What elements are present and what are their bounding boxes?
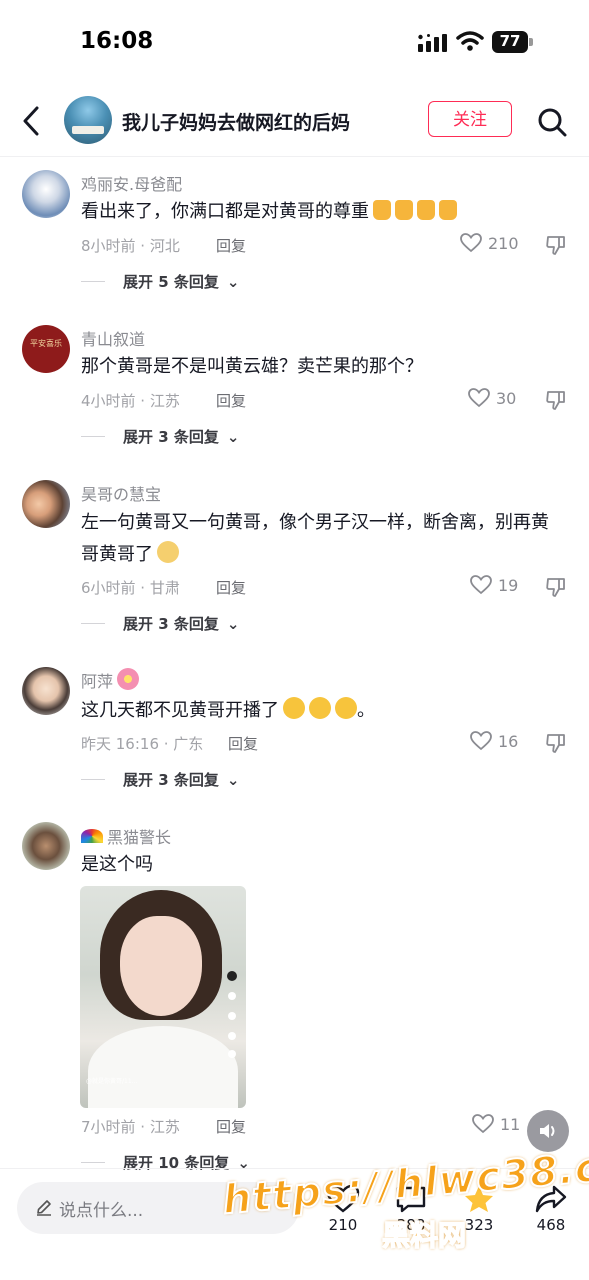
like-button[interactable]: 30 — [468, 388, 516, 408]
comment-username[interactable]: 阿萍 — [81, 668, 140, 692]
watermark-name: 黑料网 — [381, 1218, 467, 1253]
battery-icon: 77 — [492, 31, 534, 53]
like-count: 19 — [498, 575, 519, 595]
laughing-icon — [283, 697, 305, 719]
thumbs-up-icon — [373, 200, 391, 220]
dizzy-face-icon — [157, 541, 179, 563]
laughing-icon — [335, 697, 357, 719]
heart-icon — [470, 575, 492, 595]
comment-time-location: 昨天 16:16 · 广东 — [81, 735, 204, 753]
image-caption: @就是你黄哥/11... — [86, 1078, 138, 1085]
like-count: 16 — [498, 731, 519, 751]
dislike-icon[interactable] — [545, 732, 567, 754]
header-avatar[interactable] — [64, 96, 112, 144]
thumbs-up-icon — [395, 200, 413, 220]
comment-text: 看出来了，你满口都是对黄哥的尊重 — [81, 196, 457, 228]
back-icon[interactable] — [18, 104, 46, 138]
like-button[interactable]: 16 — [470, 731, 518, 751]
expand-replies-button[interactable]: 展开 10 条回复 ⌄ — [81, 1152, 250, 1173]
chevron-down-icon: ⌄ — [226, 614, 240, 633]
expand-replies-button[interactable]: 展开 3 条回复 ⌄ — [81, 769, 239, 790]
reply-button[interactable]: 回复 — [216, 390, 246, 411]
status-time: 16:08 — [80, 28, 154, 54]
wifi-icon — [456, 31, 484, 51]
battery-level: 77 — [499, 32, 521, 50]
laughing-icon — [309, 697, 331, 719]
comment-avatar[interactable] — [22, 822, 70, 870]
dislike-icon[interactable] — [545, 389, 567, 411]
signal-icon — [418, 34, 447, 52]
page-title[interactable]: 我儿子妈妈去做网红的后妈 — [122, 108, 350, 135]
comment-avatar[interactable] — [22, 170, 70, 218]
comment-time-location: 6小时前 · 甘肃 — [81, 579, 180, 597]
thumbs-up-icon — [439, 200, 457, 220]
comment-text: 左一句黄哥又一句黄哥，像个男子汉一样，断舍离，别再黄哥黄哥了 — [81, 512, 549, 565]
comment-username[interactable]: 青山叙道 — [81, 326, 145, 350]
comment-image[interactable]: @就是你黄哥/11... — [80, 886, 246, 1108]
comment-avatar[interactable] — [22, 667, 70, 715]
pencil-icon — [37, 1200, 51, 1216]
comment-avatar[interactable] — [22, 480, 70, 528]
heart-icon — [468, 388, 490, 408]
comment-time-location: 4小时前 · 江苏 — [81, 392, 180, 410]
comment-username[interactable]: 昊哥の慧宝 — [81, 481, 161, 505]
like-button[interactable]: 210 — [460, 233, 519, 253]
comment-input-placeholder: 说点什么... — [59, 1201, 144, 1221]
comment-avatar[interactable]: 平安喜乐 — [22, 325, 70, 373]
follow-button[interactable]: 关注 — [428, 101, 512, 137]
like-count: 30 — [496, 388, 517, 408]
volume-button[interactable] — [527, 1110, 569, 1152]
thumbs-up-icon — [417, 200, 435, 220]
dislike-icon[interactable] — [545, 576, 567, 598]
comment-text: 那个黄哥是不是叫黄云雄？卖芒果的那个？ — [81, 356, 423, 377]
like-count: 11 — [500, 1114, 521, 1134]
expand-replies-button[interactable]: 展开 5 条回复 ⌄ — [81, 271, 239, 292]
speaker-icon — [540, 1124, 555, 1138]
video-actions-icon — [227, 971, 237, 1058]
search-icon[interactable] — [536, 106, 568, 138]
expand-replies-button[interactable]: 展开 3 条回复 ⌄ — [81, 613, 239, 634]
rainbow-icon — [81, 829, 103, 843]
flower-icon — [117, 668, 140, 690]
like-video-count: 210 — [328, 1216, 358, 1234]
chevron-down-icon: ⌄ — [226, 770, 240, 789]
header-divider — [0, 156, 589, 157]
comment-time-location: 8小时前 · 河北 — [81, 237, 180, 255]
heart-icon — [460, 233, 482, 253]
comment-username[interactable]: 黑猫警长 — [81, 824, 171, 848]
like-count: 210 — [488, 233, 519, 253]
comment-text: 这几天都不见黄哥开播了。 — [81, 695, 375, 727]
share-count: 468 — [536, 1216, 566, 1234]
like-button[interactable]: 11 — [472, 1114, 520, 1134]
comment-text: 是这个吗 — [81, 854, 153, 875]
comment-time-location: 7小时前 · 江苏 — [81, 1118, 180, 1136]
reply-button[interactable]: 回复 — [216, 577, 246, 598]
chevron-down-icon: ⌄ — [226, 272, 240, 291]
reply-button[interactable]: 回复 — [228, 733, 258, 754]
heart-icon — [470, 731, 492, 751]
expand-replies-button[interactable]: 展开 3 条回复 ⌄ — [81, 426, 239, 447]
heart-icon — [472, 1114, 494, 1134]
dislike-icon[interactable] — [545, 234, 567, 256]
chevron-down-icon: ⌄ — [226, 427, 240, 446]
reply-button[interactable]: 回复 — [216, 235, 246, 256]
like-button[interactable]: 19 — [470, 575, 518, 595]
comment-username[interactable]: 鸡丽安.母爸配 — [81, 171, 182, 195]
reply-button[interactable]: 回复 — [216, 1116, 246, 1137]
